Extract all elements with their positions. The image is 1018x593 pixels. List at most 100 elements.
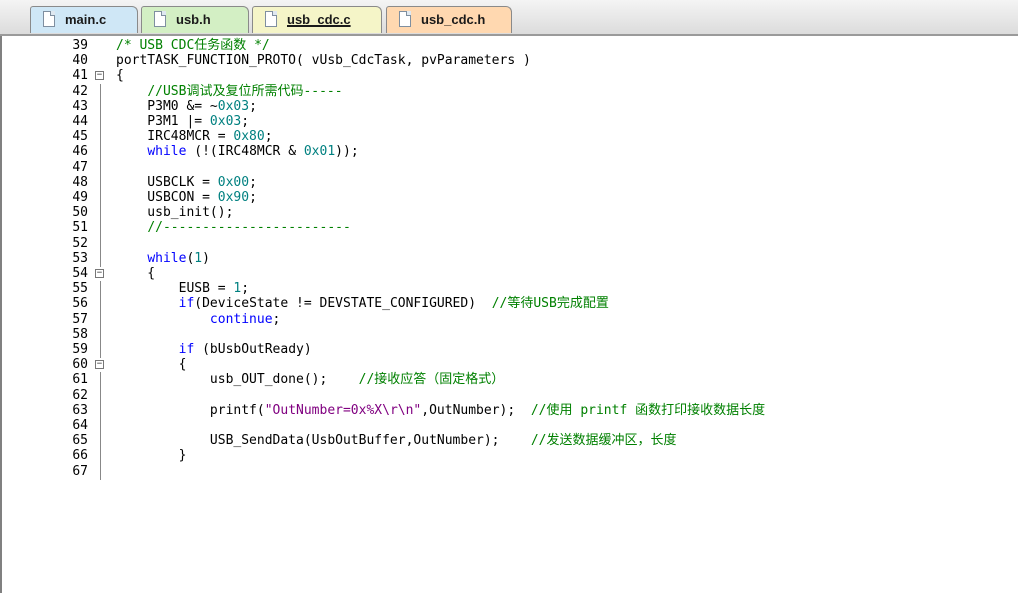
code-comment: //发送数据缓冲区，长度 [530,433,677,449]
code-line[interactable]: 58 [2,326,1018,343]
code-string: "OutNumber=0x%X\r\n" [264,402,422,418]
code-text: P3M1 |= 0x03; [116,114,249,130]
code-line[interactable]: 64 [2,418,1018,434]
line-number: 50 [72,205,88,221]
code-line[interactable]: 62 [2,387,1018,404]
code-comment: /* USB CDC任务函数 */ [116,38,270,53]
code-token: ; [249,98,257,114]
fold-guide [100,205,101,222]
code-text: usb_init(); [116,205,233,221]
code-line[interactable]: 61 usb_OUT_done(); //接收应答（固定格式） [2,372,1018,389]
code-text: USBCLK = 0x00; [116,175,257,191]
code-line[interactable]: 52 [2,235,1018,252]
code-token: (bUsbOutReady) [194,342,312,357]
code-line[interactable]: 46 while (!(IRC48MCR & 0x01)); [2,144,1018,161]
code-comment: //接收应答（固定格式） [358,372,505,388]
code-text: usb_OUT_done(); //接收应答（固定格式） [116,372,504,388]
code-token: USBCON = [116,190,218,205]
tab-main-c[interactable]: main.c [30,6,138,33]
code-line[interactable]: 65 USB_SendData(UsbOutBuffer,OutNumber);… [2,433,1018,450]
code-text: portTASK_FUNCTION_PROTO( vUsb_CdcTask, p… [116,53,531,69]
code-line[interactable]: 49 USBCON = 0x90; [2,190,1018,206]
code-line[interactable]: 57 continue; [2,311,1018,328]
code-text: printf("OutNumber=0x%X\r\n",OutNumber); … [116,403,765,419]
code-line[interactable]: 67 [2,463,1018,480]
code-line[interactable]: 40 portTASK_FUNCTION_PROTO( vUsb_CdcTask,… [2,53,1018,69]
code-number: 0x00 [217,174,250,190]
code-line[interactable]: 41− { [2,68,1018,84]
code-number: 0x90 [217,190,250,205]
code-line[interactable]: 50 usb_init(); [2,205,1018,222]
fold-guide [100,250,101,267]
code-token: portTASK_FUNCTION_PROTO( vUsb_CdcTask, p… [116,53,531,69]
code-line[interactable]: 54− { [2,266,1018,282]
line-number: 67 [72,463,88,479]
code-token: ) [202,250,210,266]
code-comment: //USB调试及复位所需代码----- [147,83,343,99]
fold-guide [100,342,101,358]
fold-guide [100,433,101,450]
tab-usb-h[interactable]: usb.h [141,6,249,33]
fold-guide [100,448,101,465]
code-token: P3M0 &= ~ [116,98,218,114]
fold-guide [100,129,101,146]
code-number: 0x03 [209,114,242,129]
fold-guide [100,311,101,328]
code-text: USBCON = 0x90; [116,190,257,206]
code-token: { [116,357,187,373]
code-token: IRC48MCR = [116,129,234,145]
code-token: { [116,68,124,84]
code-line[interactable]: 55 EUSB = 1; [2,281,1018,298]
code-line[interactable]: 53 while(1) [2,250,1018,267]
line-number: 47 [72,159,88,175]
code-line[interactable]: 51 //------------------------ [2,220,1018,237]
code-line[interactable]: 63 printf("OutNumber=0x%X\r\n",OutNumber… [2,402,1018,419]
code-editor[interactable]: 39 /* USB CDC任务函数 */ 40 portTASK_FUNCTION_P… [0,36,1018,593]
file-icon [154,11,166,27]
tab-usb-cdc-h[interactable]: usb_cdc.h [386,6,512,33]
fold-guide [100,387,101,404]
code-line[interactable]: 56 if(DeviceState != DEVSTATE_CONFIGURED… [2,296,1018,313]
code-keyword: while [147,144,187,160]
tab-usb-cdc-c[interactable]: usb_cdc.c [252,6,382,33]
code-keyword: while [147,250,187,266]
code-line[interactable]: 43 P3M0 &= ~0x03; [2,98,1018,115]
code-token: ; [249,174,257,190]
fold-toggle-icon[interactable]: − [95,269,104,278]
code-token: ,OutNumber); [421,402,531,418]
code-line[interactable]: 42 //USB调试及复位所需代码----- [2,83,1018,100]
line-number: 56 [72,296,88,312]
code-token: ; [272,311,281,327]
fold-toggle-icon[interactable]: − [95,360,104,370]
line-number: 39 [72,38,88,53]
code-line[interactable]: 59 if (bUsbOutReady) [2,342,1018,358]
code-line[interactable]: 44 P3M1 |= 0x03; [2,114,1018,130]
fold-toggle-icon[interactable]: − [95,71,104,81]
code-line[interactable]: 66 } [2,448,1018,465]
code-text: //USB调试及复位所需代码----- [116,83,343,100]
code-line[interactable]: 48 USBCLK = 0x00; [2,174,1018,191]
code-text: { [116,357,187,373]
fold-guide [100,372,101,389]
code-token: ; [241,114,250,129]
code-line[interactable]: 45 IRC48MCR = 0x80; [2,129,1018,146]
fold-guide [100,220,101,237]
code-line[interactable]: 39 /* USB CDC任务函数 */ [2,38,1018,54]
line-number: 40 [72,53,88,69]
line-number: 54 [72,266,88,281]
code-text: if(DeviceState != DEVSTATE_CONFIGURED) /… [116,296,609,312]
fold-guide [100,114,101,130]
code-text: while(1) [116,251,210,267]
file-tab-bar: main.c usb.h usb_cdc.c usb_cdc.h [0,0,1018,36]
line-number: 55 [72,281,88,297]
tab-label: usb_cdc.h [421,12,486,27]
line-number: 60 [72,357,88,373]
code-comment: //等待USB完成配置 [491,296,609,312]
fold-guide [100,402,101,419]
code-line[interactable]: 47 [2,159,1018,176]
code-line[interactable]: 60− { [2,357,1018,373]
line-number: 49 [72,190,88,205]
